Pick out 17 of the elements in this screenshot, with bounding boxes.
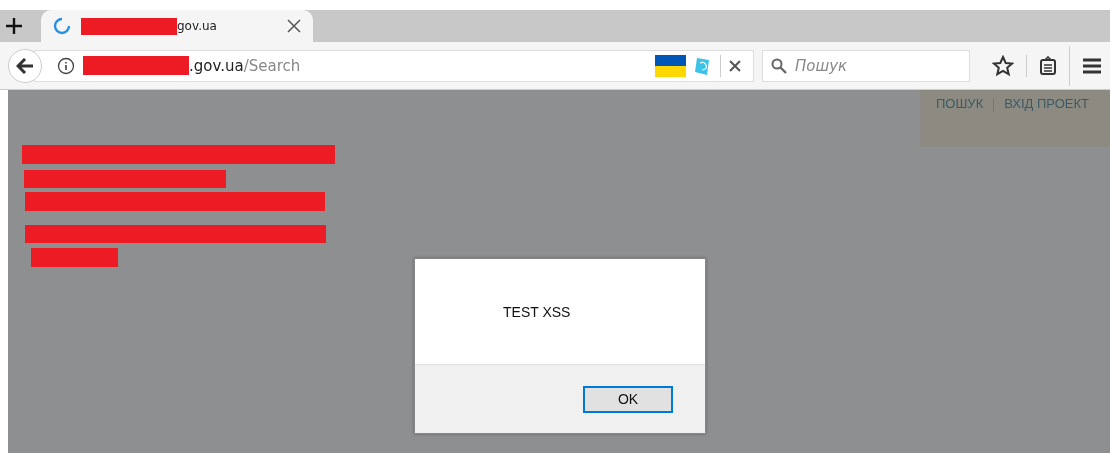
browser-tab[interactable]: gov.ua: [41, 10, 313, 42]
back-button[interactable]: [8, 48, 42, 83]
ok-button[interactable]: OK: [583, 385, 673, 413]
address-bar[interactable]: .gov.ua/Search: [34, 49, 754, 82]
close-icon[interactable]: [729, 59, 741, 72]
plus-icon: [5, 17, 23, 35]
clipboard-icon[interactable]: [1039, 55, 1057, 76]
dialog-message: TEST XSS: [503, 303, 571, 320]
url-text: .gov.ua/Search: [189, 56, 301, 75]
star-icon[interactable]: [992, 54, 1014, 77]
tab-title: gov.ua: [177, 19, 217, 33]
menu-icon[interactable]: [1082, 56, 1102, 75]
flag-icon[interactable]: [655, 54, 686, 77]
close-icon[interactable]: [287, 19, 301, 33]
back-arrow-icon: [16, 57, 34, 74]
info-icon: [57, 56, 75, 75]
search-field[interactable]: Пошук: [762, 49, 970, 82]
